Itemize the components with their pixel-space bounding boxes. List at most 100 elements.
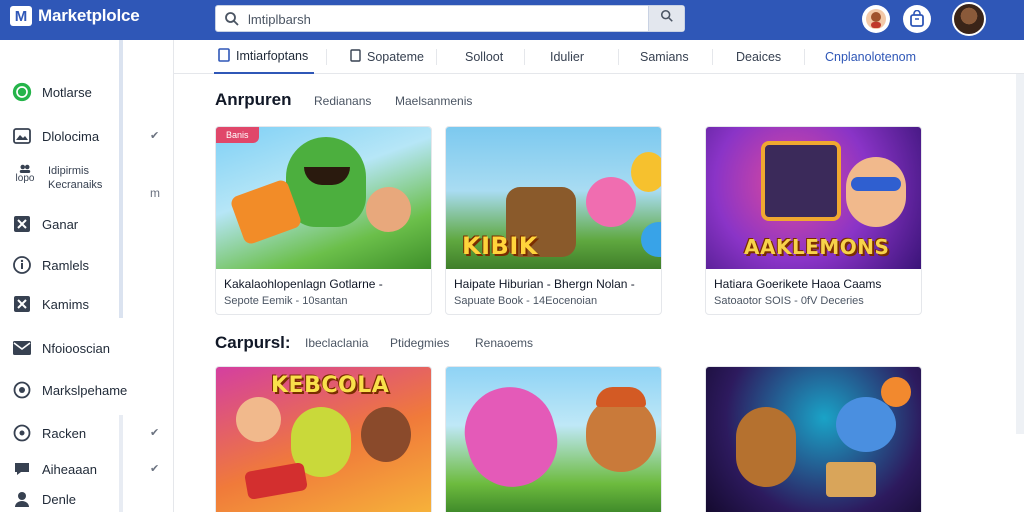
character-face bbox=[846, 157, 906, 227]
sidebar-item-label: Denle bbox=[42, 491, 76, 507]
profile-icon[interactable] bbox=[862, 5, 890, 33]
game-card-image: KEBCOLA bbox=[216, 367, 431, 512]
sidebar-item-label: Dlolocima bbox=[42, 128, 100, 144]
tab-divider bbox=[524, 49, 525, 65]
sidebar-item-racken[interactable]: Racken bbox=[12, 423, 86, 443]
tab-divider bbox=[436, 49, 437, 65]
tab-divider bbox=[804, 49, 805, 65]
character-blue bbox=[641, 222, 661, 257]
sidebar: Motlarse Dlolocima ✔ lopo Idipirmis Kecr… bbox=[0, 40, 174, 512]
card-subtitle: Satoaotor SOIS - 0fV Deceries bbox=[714, 295, 864, 307]
tab-deaices[interactable]: Deaices bbox=[736, 40, 781, 74]
page-scrollbar[interactable] bbox=[1016, 74, 1024, 434]
card-subtitle: Sapuate Book - 14Eocenoian bbox=[454, 295, 598, 307]
pin-icon bbox=[12, 380, 32, 400]
character-flame bbox=[881, 377, 911, 407]
character-face bbox=[236, 397, 281, 442]
section-filter[interactable]: Ibeclaclania bbox=[305, 336, 368, 350]
tab-label: Solloot bbox=[465, 50, 504, 64]
sidebar-item-dlolocima[interactable]: Dlolocima bbox=[12, 126, 99, 146]
section-filter[interactable]: Ptidegmies bbox=[390, 336, 449, 350]
search-icon bbox=[660, 9, 674, 28]
sidebar-item-aiheaaan[interactable]: Aiheaaan bbox=[12, 459, 97, 479]
close-box-icon bbox=[12, 294, 32, 314]
sidebar-item-markslpehame[interactable]: Markslpehame bbox=[12, 380, 127, 400]
character-pink bbox=[454, 377, 568, 497]
section-title: Carpursl: bbox=[215, 333, 291, 352]
character-hair bbox=[361, 407, 411, 462]
red-object bbox=[244, 462, 308, 500]
top-bar: M Marketplolce bbox=[0, 0, 1024, 40]
character-mask bbox=[851, 177, 901, 191]
sidebar-extra-label: lopo bbox=[15, 173, 35, 184]
character-bear bbox=[736, 407, 796, 487]
card-title: Haipate Hiburian - Bhergn Nolan - bbox=[454, 277, 635, 291]
arcade-machine bbox=[761, 141, 841, 221]
sidebar-item-label: Aiheaaan bbox=[42, 461, 97, 477]
sidebar-item-label: Markslpehame bbox=[42, 382, 128, 398]
sidebar-scrollbar[interactable] bbox=[119, 40, 123, 318]
sidebar-scrollbar-lower[interactable] bbox=[119, 415, 123, 512]
people-icon: lopo bbox=[12, 164, 38, 184]
sidebar-item-label: Idipirmis bbox=[48, 165, 89, 177]
logo-mark: M bbox=[10, 6, 32, 26]
game-card[interactable] bbox=[705, 366, 922, 512]
side-marker: m bbox=[150, 186, 160, 200]
game-logo-text: KIBIK bbox=[462, 232, 538, 260]
avatar[interactable] bbox=[952, 2, 986, 36]
tab-solloot[interactable]: Solloot bbox=[465, 40, 503, 74]
sidebar-item-kamims[interactable]: Kamims bbox=[12, 294, 89, 314]
game-logo-text: KEBCOLA bbox=[271, 373, 390, 398]
character-yellow bbox=[631, 152, 661, 192]
game-card[interactable]: Banis Kakalaohlopenlagn Gotlarne - Sepot… bbox=[215, 126, 432, 315]
sidebar-item-ramlels[interactable]: Ramlels bbox=[12, 255, 89, 275]
app-logo[interactable]: M Marketplolce bbox=[10, 6, 140, 26]
game-logo-text: AAKLEMONS bbox=[744, 235, 890, 259]
tab-bar: Imtiarfoptans Sopateme Solloot Idulier S… bbox=[174, 40, 1024, 74]
tab-sopateme[interactable]: Sopateme bbox=[350, 40, 424, 74]
search-input[interactable] bbox=[248, 9, 648, 29]
chevron-down-icon[interactable]: ✔ bbox=[150, 426, 159, 439]
game-card-image: AAKLEMONS bbox=[706, 127, 921, 269]
tab-divider bbox=[618, 49, 619, 65]
close-box-icon bbox=[12, 214, 32, 234]
card-title: Kakalaohlopenlagn Gotlarne - bbox=[224, 277, 383, 291]
person-icon bbox=[12, 489, 32, 509]
game-card[interactable]: AAKLEMONS Hatiara Goerikete Haoa Caams S… bbox=[705, 126, 922, 315]
character-pink bbox=[586, 177, 636, 227]
section-title: Anrpuren bbox=[215, 90, 292, 109]
card-title: Hatiara Goerikete Haoa Caams bbox=[714, 277, 882, 291]
search-icon bbox=[224, 11, 240, 32]
chevron-down-icon[interactable]: ✔ bbox=[150, 129, 159, 142]
sidebar-item-nfoiooscian[interactable]: Nfoiooscian bbox=[12, 338, 110, 358]
game-card[interactable] bbox=[445, 366, 662, 512]
treasure-box bbox=[826, 462, 876, 497]
tab-imtiarfoptans[interactable]: Imtiarfoptans bbox=[214, 40, 314, 74]
tab-samians[interactable]: Samians bbox=[640, 40, 689, 74]
info-icon bbox=[12, 255, 32, 275]
tab-divider bbox=[712, 49, 713, 65]
section-filter[interactable]: Redianans bbox=[314, 94, 371, 108]
sidebar-item-label: Ramlels bbox=[42, 257, 89, 273]
tab-idulier[interactable]: Idulier bbox=[550, 40, 584, 74]
game-card[interactable]: KIBIK Haipate Hiburian - Bhergn Nolan - … bbox=[445, 126, 662, 315]
section-filter[interactable]: Renaoems bbox=[475, 336, 533, 350]
chevron-down-icon[interactable]: ✔ bbox=[150, 462, 159, 475]
sidebar-item-denle[interactable]: Denle bbox=[12, 489, 76, 509]
tab-cnplanolotenom[interactable]: Cnplanolotenom bbox=[825, 40, 916, 74]
tab-label: Deaices bbox=[736, 50, 782, 64]
section-filter[interactable]: Maelsanmenis bbox=[395, 94, 472, 108]
game-card[interactable]: KEBCOLA bbox=[215, 366, 432, 512]
cart-icon[interactable] bbox=[903, 5, 931, 33]
sidebar-item-idipirmis[interactable]: lopo Idipirmis Kecranaiks bbox=[12, 164, 102, 192]
sidebar-item-sublabel: Kecranaiks bbox=[48, 179, 103, 191]
sidebar-item-label: Racken bbox=[42, 425, 87, 441]
game-card-image: KIBIK bbox=[446, 127, 661, 269]
sidebar-item-motlarse[interactable]: Motlarse bbox=[12, 82, 92, 102]
character-beaver bbox=[586, 397, 656, 472]
sidebar-item-label: Nfoiooscian bbox=[42, 340, 110, 356]
sidebar-item-ganar[interactable]: Ganar bbox=[12, 214, 78, 234]
mail-icon bbox=[12, 338, 32, 358]
search-button[interactable] bbox=[648, 6, 684, 31]
tab-label: Sopateme bbox=[367, 50, 424, 64]
